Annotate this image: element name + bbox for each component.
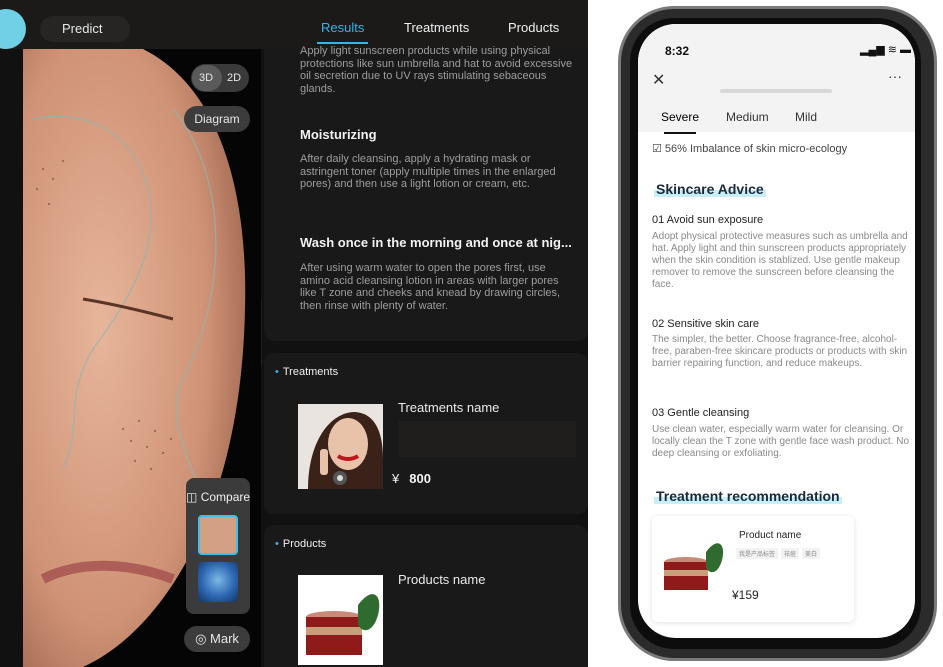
compare-icon: ◫ (186, 490, 198, 504)
compare-button[interactable]: ◫ Compare (186, 490, 250, 504)
treatment-heading-text: Treatment recommendation (654, 488, 842, 504)
compare-thumb-photo[interactable] (198, 515, 238, 555)
tab-results[interactable]: Results (316, 20, 369, 44)
skincare-heading-text: Skincare Advice (654, 181, 766, 197)
currency-symbol: ¥ (392, 471, 400, 486)
phone-screen: 8:32 ▂▄▆ ≋ ▬ ✕ ··· Severe Medium Mild ☑ … (638, 24, 915, 638)
product-tag: 美白 (802, 548, 821, 559)
treatment-heading: Treatment recommendation (654, 488, 842, 504)
product-name: Products name (398, 572, 486, 587)
close-icon[interactable]: ✕ (652, 70, 665, 90)
advice-item-title: 02 Sensitive skin care (652, 318, 759, 330)
toggle-3d[interactable]: 3D (193, 64, 219, 92)
treatments-card: Treatments Treatments name ¥800 (264, 353, 588, 514)
product-card[interactable]: Product name 我是产品标签 祛痘 美白 ¥159 (652, 516, 854, 622)
advice-item-text: The simpler, the better. Choose fragranc… (652, 334, 908, 369)
skincare-heading: Skincare Advice (654, 181, 766, 197)
diagram-button[interactable]: Diagram (184, 106, 250, 132)
treatment-name: Treatments name (398, 400, 500, 415)
product-tag: 我是产品标签 (736, 548, 779, 559)
products-section-label: Products (275, 538, 326, 550)
eye-icon: ◎ (195, 631, 207, 646)
advice-intro-text: Apply light sunscreen products while usi… (300, 45, 573, 95)
product-thumbnail (658, 528, 728, 598)
tablet-app: Predict Results Treatments Products 3D 2… (0, 0, 588, 667)
results-panel: Apply light sunscreen products while usi… (262, 45, 588, 667)
price-value: 800 (409, 471, 431, 486)
product-name: Product name (739, 530, 802, 541)
toggle-2d[interactable]: 2D (221, 64, 247, 92)
tab-treatments[interactable]: Treatments (404, 20, 469, 35)
mark-button[interactable]: ◎ Mark (184, 626, 250, 652)
status-time: 8:32 (665, 44, 690, 58)
product-price: ¥159 (732, 588, 759, 602)
pull-bar (720, 89, 832, 93)
products-card: Products Products name (264, 525, 588, 667)
summary-line: ☑ 56% Imbalance of skin micro-ecology (652, 143, 848, 155)
tab-severe[interactable]: Severe (661, 110, 699, 134)
more-icon[interactable]: ··· (888, 68, 902, 84)
advice-item-text: Adopt physical protective measures such … (652, 231, 908, 290)
advice-text: After using warm water to open the pores… (300, 262, 561, 312)
compare-panel: ◫ Compare (186, 478, 250, 614)
product-tag: 祛痘 (781, 548, 800, 559)
tab-products[interactable]: Products (508, 20, 559, 35)
tab-medium[interactable]: Medium (726, 110, 769, 124)
advice-item-text: Use clean water, especially warm water f… (652, 424, 910, 459)
advice-title: Moisturizing (300, 127, 377, 142)
product-image[interactable] (298, 575, 383, 665)
advice-item-title: 01 Avoid sun exposure (652, 214, 764, 226)
product-tags: 我是产品标签 祛痘 美白 (736, 548, 821, 559)
predict-button[interactable]: Predict (40, 16, 130, 42)
top-bar: Predict Results Treatments Products (0, 0, 588, 49)
face-viewer[interactable]: 3D 2D Diagram ◫ Compare ◎ Mark (23, 49, 261, 667)
treatments-section-label: Treatments (275, 366, 338, 378)
treatment-price: ¥800 (392, 471, 431, 486)
phone-mockup: 8:32 ▂▄▆ ≋ ▬ ✕ ··· Severe Medium Mild ☑ … (612, 0, 943, 667)
mark-label: Mark (210, 631, 239, 646)
compare-thumb-uv[interactable] (198, 562, 238, 602)
name-placeholder (398, 421, 576, 457)
avatar[interactable] (0, 9, 26, 49)
compare-label: Compare (200, 490, 251, 504)
advice-title: Wash once in the morning and once at nig… (300, 235, 572, 250)
status-icons: ▂▄▆ ≋ ▬ (860, 44, 912, 56)
tab-mild[interactable]: Mild (795, 110, 817, 124)
advice-card: Apply light sunscreen products while usi… (264, 45, 588, 341)
view-mode-toggle[interactable]: 3D 2D (191, 64, 249, 92)
treatment-image[interactable] (298, 404, 383, 489)
advice-item-title: 03 Gentle cleansing (652, 407, 750, 419)
advice-text: After daily cleansing, apply a hydrating… (300, 153, 556, 190)
